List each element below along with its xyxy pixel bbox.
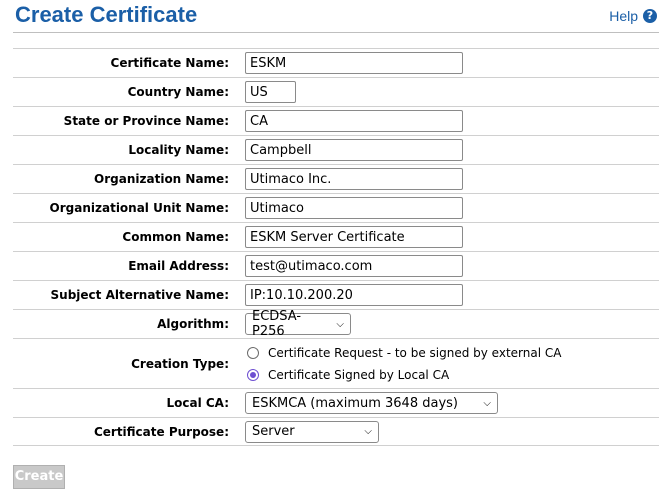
row-algorithm: Algorithm: ECDSA-P256 ⌵ [13,309,659,339]
org-unit-name-label: Organizational Unit Name: [49,201,229,215]
row-country-name: Country Name: [13,77,659,106]
email-address-label: Email Address: [128,259,229,273]
help-link[interactable]: Help ? [609,8,657,24]
page-title: Create Certificate [15,2,198,27]
radio-button-checked[interactable] [247,368,259,381]
certificate-purpose-selected-value: Server [252,424,295,439]
certificate-form: Certificate Name: Country Name: State or… [13,48,659,446]
organization-name-input[interactable] [245,168,463,190]
local-ca-selected-value: ESKMCA (maximum 3648 days) [252,395,458,411]
page-header: Create Certificate Help ? [13,0,659,33]
row-state-name: State or Province Name: [13,106,659,135]
row-creation-type: Creation Type: Certificate Request - to … [13,338,659,388]
creation-type-label: Creation Type: [131,356,229,371]
email-address-input[interactable] [245,255,463,277]
certificate-purpose-select[interactable]: Server ⌵ [245,420,379,443]
country-name-input[interactable] [245,81,296,103]
help-icon[interactable]: ? [643,9,657,23]
row-organization-name: Organization Name: [13,164,659,193]
local-ca-label: Local CA: [166,396,229,410]
local-ca-select[interactable]: ESKMCA (maximum 3648 days) ⌵ [245,392,498,414]
algorithm-select[interactable]: ECDSA-P256 ⌵ [245,309,351,339]
row-certificate-name: Certificate Name: [13,48,659,77]
create-button[interactable]: Create [13,465,65,489]
row-certificate-purpose: Certificate Purpose: Server ⌵ [13,417,659,446]
creation-type-radio-group: Certificate Request - to be signed by ex… [245,346,561,382]
row-local-ca: Local CA: ESKMCA (maximum 3648 days) ⌵ [13,388,659,417]
common-name-label: Common Name: [122,230,229,244]
algorithm-selected-value: ECDSA-P256 [252,309,302,339]
help-label[interactable]: Help [609,8,638,24]
organization-name-label: Organization Name: [94,172,229,186]
row-locality-name: Locality Name: [13,135,659,164]
radio-button-unchecked[interactable] [247,346,259,359]
certificate-name-label: Certificate Name: [110,56,229,70]
country-name-label: Country Name: [127,85,229,99]
locality-name-input[interactable] [245,139,463,161]
chevron-down-icon: ⌵ [336,318,344,330]
row-email-address: Email Address: [13,251,659,280]
algorithm-label: Algorithm: [157,317,229,331]
radio-signed-by-local-ca-label: Certificate Signed by Local CA [268,367,450,382]
org-unit-name-input[interactable] [245,197,463,219]
locality-name-label: Locality Name: [128,143,229,157]
radio-signed-by-local-ca[interactable]: Certificate Signed by Local CA [247,368,561,382]
state-name-input[interactable] [245,110,463,132]
chevron-down-icon: ⌵ [483,397,491,409]
radio-certificate-request[interactable]: Certificate Request - to be signed by ex… [247,346,561,360]
row-common-name: Common Name: [13,222,659,251]
row-subject-alt-name: Subject Alternative Name: [13,280,659,309]
row-org-unit-name: Organizational Unit Name: [13,193,659,222]
subject-alt-name-input[interactable] [245,284,463,306]
common-name-input[interactable] [245,226,463,248]
certificate-purpose-label: Certificate Purpose: [93,424,229,439]
certificate-name-input[interactable] [245,52,463,74]
state-name-label: State or Province Name: [63,114,229,128]
radio-certificate-request-label: Certificate Request - to be signed by ex… [268,345,562,360]
chevron-down-icon: ⌵ [364,426,372,437]
subject-alt-name-label: Subject Alternative Name: [50,288,229,302]
